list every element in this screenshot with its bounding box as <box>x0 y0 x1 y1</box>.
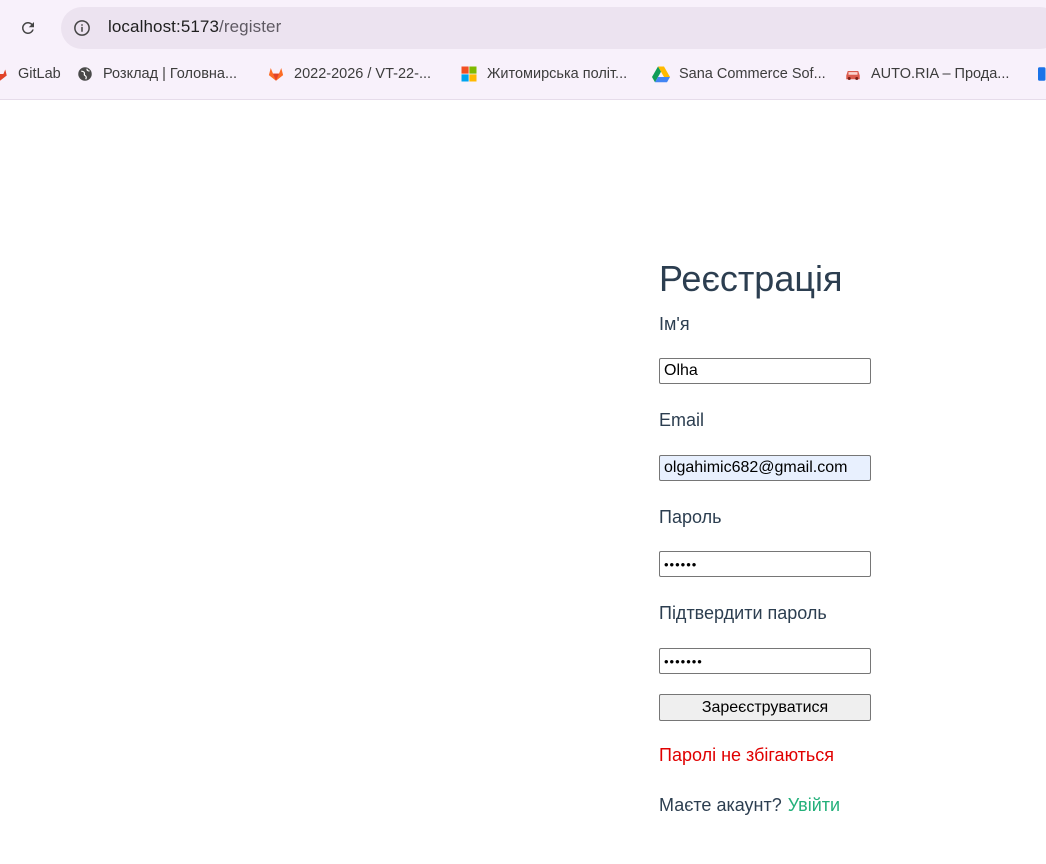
globe-icon <box>76 65 94 83</box>
bookmark-sana[interactable]: Sana Commerce Sof... <box>652 58 826 90</box>
bookmark-label: Житомирська політ... <box>487 66 628 82</box>
bookmark-zhytomyr[interactable]: Житомирська політ... <box>460 58 627 90</box>
name-label: Ім'я <box>659 314 690 334</box>
email-label: Email <box>659 410 705 430</box>
bookmark-label: Розклад | Головна... <box>103 66 238 82</box>
reload-icon[interactable] <box>14 14 42 42</box>
bookmark-label: 2022-2026 / VT-22-... <box>294 66 432 82</box>
password-input[interactable] <box>659 551 871 577</box>
gitlab-icon <box>0 65 9 83</box>
name-input[interactable] <box>659 358 871 384</box>
browser-chrome: localhost:5173/register GitLab Розклад |… <box>0 0 1046 100</box>
login-link[interactable]: Увійти <box>788 795 840 815</box>
google-drive-icon <box>652 65 670 83</box>
page-title: Реєстрація <box>659 258 843 299</box>
confirm-password-input[interactable] <box>659 648 871 674</box>
bookmark-label: Sana Commerce Sof... <box>679 66 826 82</box>
bookmark-gitlab[interactable]: GitLab <box>0 58 61 90</box>
bookmarks-bar: GitLab Розклад | Головна... 2022-2026 / … <box>0 58 1046 90</box>
bookmark-label: GitLab <box>18 66 61 82</box>
address-url[interactable]: localhost:5173/register <box>108 17 281 37</box>
site-info-icon[interactable] <box>72 18 92 38</box>
bookmark-autoria[interactable]: AUTO.RIA – Прода... <box>844 58 1009 90</box>
confirm-password-label: Підтвердити пароль <box>659 603 827 623</box>
register-button[interactable]: Зареєструватися <box>659 694 871 721</box>
bookmark-overflow[interactable] <box>1038 58 1046 90</box>
windows-icon <box>460 65 478 83</box>
bookmark-rozklad[interactable]: Розклад | Головна... <box>76 58 237 90</box>
car-icon <box>844 65 862 83</box>
bookmark-vt-22[interactable]: 2022-2026 / VT-22-... <box>267 58 431 90</box>
bookmark-partial-icon <box>1038 65 1046 83</box>
password-mismatch-error: Паролі не збігаються <box>659 745 835 765</box>
password-label: Пароль <box>659 507 722 527</box>
have-account-text: Маєте акаунт? <box>659 795 782 815</box>
url-path: /register <box>219 17 282 36</box>
bookmark-label: AUTO.RIA – Прода... <box>871 66 1010 82</box>
email-input[interactable] <box>659 455 871 481</box>
url-host: localhost:5173 <box>108 17 220 36</box>
gitlab-fox-icon <box>267 65 285 83</box>
login-prompt: Маєте акаунт? Увійти <box>659 795 840 816</box>
